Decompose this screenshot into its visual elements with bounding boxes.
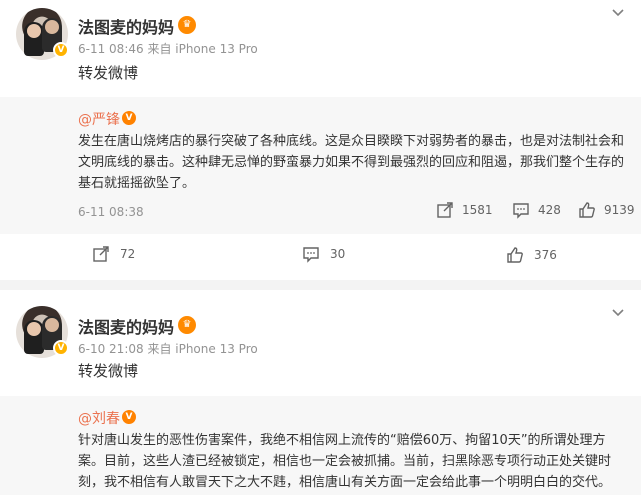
member-crown-icon: ♛ bbox=[178, 316, 196, 334]
chevron-down-icon[interactable] bbox=[611, 306, 625, 320]
repost-stat-reposts[interactable]: 1581 bbox=[436, 201, 493, 219]
member-crown-icon: ♛ bbox=[178, 16, 196, 34]
repost-count: 1581 bbox=[462, 203, 493, 217]
action-like[interactable]: 376 bbox=[506, 246, 557, 264]
repost-stat-likes[interactable]: 9139 bbox=[578, 201, 635, 219]
action-comment[interactable]: 30 bbox=[302, 245, 345, 263]
action-like-count: 376 bbox=[534, 248, 557, 262]
comment-icon bbox=[513, 203, 529, 219]
action-repost-count: 72 bbox=[120, 247, 136, 261]
share-icon bbox=[437, 202, 453, 218]
repost-text: 发生在唐山烧烤店的暴行突破了各种底线。这是众目睽睽下对弱势者的暴击，也是对法制社… bbox=[78, 134, 625, 191]
post-meta: 6-10 21:08 来自 iPhone 13 Pro bbox=[78, 342, 258, 356]
repost-stat-comments[interactable]: 428 bbox=[512, 201, 561, 219]
comment-icon bbox=[303, 247, 319, 263]
like-count: 9139 bbox=[604, 203, 635, 217]
username[interactable]: 法图麦的妈妈 bbox=[78, 14, 174, 38]
post-text: 转发微博 bbox=[78, 362, 139, 380]
verified-badge: V bbox=[53, 340, 69, 356]
repost-box: @刘春 V 针对唐山发生的恶性伤害案件，我绝不相信网上流传的“赔偿60万、拘留1… bbox=[0, 396, 641, 495]
post-meta: 6-11 08:46 来自 iPhone 13 Pro bbox=[78, 42, 258, 56]
repost-box: @严锋 V 发生在唐山烧烤店的暴行突破了各种底线。这是众目睽睽下对弱势者的暴击，… bbox=[0, 97, 641, 234]
repost-text: 针对唐山发生的恶性伤害案件，我绝不相信网上流传的“赔偿60万、拘留10天”的所谓… bbox=[78, 433, 612, 490]
post-text: 转发微博 bbox=[78, 64, 139, 82]
username[interactable]: 法图麦的妈妈 bbox=[78, 314, 174, 338]
comment-count: 428 bbox=[538, 203, 561, 217]
repost-author[interactable]: @严锋 bbox=[78, 109, 120, 129]
chevron-down-icon[interactable] bbox=[611, 6, 625, 20]
thumbs-up-icon bbox=[579, 202, 595, 218]
post-card-2: V 法图麦的妈妈 ♛ 6-10 21:08 来自 iPhone 13 Pro 转… bbox=[0, 290, 641, 495]
share-icon bbox=[93, 246, 109, 262]
verified-badge: V bbox=[122, 111, 136, 125]
verified-badge: V bbox=[53, 42, 69, 58]
action-repost[interactable]: 72 bbox=[92, 245, 135, 263]
action-comment-count: 30 bbox=[330, 247, 346, 261]
thumbs-up-icon bbox=[507, 247, 523, 263]
repost-time: 6-11 08:38 bbox=[78, 205, 144, 219]
verified-badge: V bbox=[122, 410, 136, 424]
post-card-1: V 法图麦的妈妈 ♛ 6-11 08:46 来自 iPhone 13 Pro 转… bbox=[0, 0, 641, 280]
repost-author[interactable]: @刘春 bbox=[78, 408, 120, 428]
